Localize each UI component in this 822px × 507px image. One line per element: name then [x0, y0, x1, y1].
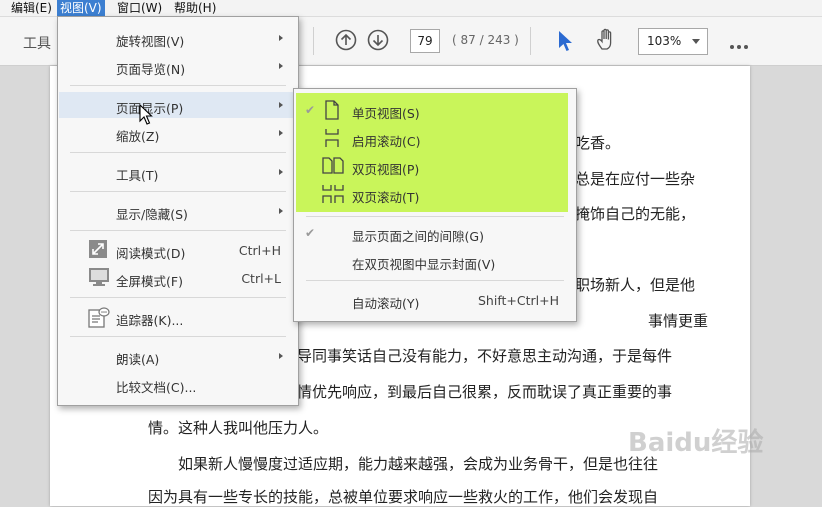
watermark: Baidu经验 — [628, 428, 764, 458]
menu-separator — [70, 152, 286, 153]
submenu-item-label: 单页视图(S) — [352, 106, 420, 121]
menu-item-read-aloud[interactable]: 朗读(A) — [59, 343, 297, 369]
next-page-icon[interactable] — [367, 29, 389, 54]
menu-item-label: 显示/隐藏(S) — [116, 207, 188, 222]
mouse-pointer-icon — [139, 103, 153, 129]
menu-separator — [306, 216, 564, 217]
menu-bar: 编辑(E) 视图(V) 窗口(W) 帮助(H) — [0, 0, 822, 17]
submenu-item-single-page[interactable]: ✔ 单页视图(S) — [295, 97, 575, 123]
submenu-item-label: 在双页视图中显示封面(V) — [352, 257, 496, 272]
submenu-item-label: 双页滚动(T) — [352, 190, 420, 205]
single-page-icon — [321, 99, 343, 124]
two-page-icon — [321, 155, 347, 180]
zoom-value: 103% — [647, 34, 682, 48]
submenu-item-label: 自动滚动(Y) — [352, 296, 420, 311]
menu-separator — [70, 85, 286, 86]
menu-window[interactable]: 窗口(W) — [114, 0, 165, 16]
menu-item-label: 全屏模式(F) — [116, 274, 183, 289]
menu-item-zoom[interactable]: 缩放(Z) — [59, 120, 297, 146]
submenu-item-label: 双页视图(P) — [352, 162, 420, 177]
menu-item-shortcut: Ctrl+L — [241, 271, 281, 286]
menu-help[interactable]: 帮助(H) — [171, 0, 219, 16]
tools-tab[interactable]: 工具 — [23, 33, 51, 53]
chevron-down-icon — [692, 39, 700, 44]
doc-line: 导同事笑话自己没有能力，不好意思主动沟通，于是每件 — [297, 347, 673, 365]
monitor-icon — [88, 267, 110, 290]
menu-separator — [70, 191, 286, 192]
menu-item-label: 朗读(A) — [116, 352, 160, 367]
submenu-item-page-gaps[interactable]: ✔ 显示页面之间的间隙(G) — [295, 220, 575, 246]
chevron-right-icon — [279, 169, 283, 175]
zoom-select[interactable]: 103% — [638, 28, 708, 55]
hand-tool-icon[interactable] — [594, 27, 620, 56]
view-menu: 旋转视图(V) 页面导览(N) 页面显示(P) 缩放(Z) 工具(T) 显示/隐… — [57, 16, 299, 406]
submenu-item-shortcut: Shift+Ctrl+H — [478, 293, 559, 308]
toolbar-divider — [530, 27, 531, 55]
submenu-item-label: 显示页面之间的间隙(G) — [352, 229, 484, 244]
menu-separator — [70, 336, 286, 337]
menu-view[interactable]: 视图(V) — [57, 0, 105, 16]
chevron-right-icon — [279, 102, 283, 108]
page-count: ( 87 / 243 ) — [452, 33, 519, 47]
doc-line: 如果新人慢慢度过适应期，能力越来越强，会成为业务骨干，但是也往往 — [178, 455, 659, 473]
chevron-right-icon — [279, 130, 283, 136]
menu-item-label: 旋转视图(V) — [116, 34, 185, 49]
checkmark-icon: ✔ — [305, 226, 316, 240]
menu-separator — [70, 230, 286, 231]
menu-item-full-screen[interactable]: 全屏模式(F) Ctrl+L — [59, 265, 297, 291]
chevron-right-icon — [279, 353, 283, 359]
menu-item-label: 页面导览(N) — [116, 62, 186, 77]
submenu-item-label: 启用滚动(C) — [352, 134, 421, 149]
menu-item-label: 追踪器(K)... — [116, 313, 184, 328]
menu-separator — [306, 280, 564, 281]
menu-item-label: 工具(T) — [116, 168, 159, 183]
menu-item-rotate-view[interactable]: 旋转视图(V) — [59, 25, 297, 51]
menu-item-label: 阅读模式(D) — [116, 246, 186, 261]
menu-item-shortcut: Ctrl+H — [238, 243, 281, 258]
menu-edit[interactable]: 编辑(E) — [8, 0, 55, 16]
doc-line: 情优先响应，到最后自己很累，反而耽误了真正重要的事 — [297, 383, 673, 401]
submenu-item-two-page-scrolling[interactable]: 双页滚动(T) — [295, 181, 575, 207]
menu-item-label: 比较文档(C)... — [116, 380, 197, 395]
submenu-item-auto-scroll[interactable]: 自动滚动(Y) Shift+Ctrl+H — [295, 287, 575, 313]
doc-line: 职场新人，但是他 — [575, 276, 696, 294]
doc-line: 事情更重 — [648, 312, 709, 330]
scrolling-icon — [321, 127, 343, 152]
menu-item-compare-documents[interactable]: 比较文档(C)... — [59, 371, 297, 397]
submenu-item-two-page[interactable]: 双页视图(P) — [295, 153, 575, 179]
menu-item-page-navigation[interactable]: 页面导览(N) — [59, 53, 297, 79]
doc-line: 总是在应付一些杂 — [575, 170, 696, 188]
menu-item-show-hide[interactable]: 显示/隐藏(S) — [59, 198, 297, 224]
chevron-right-icon — [279, 208, 283, 214]
submenu-item-enable-scrolling[interactable]: 启用滚动(C) — [295, 125, 575, 151]
menu-item-page-display[interactable]: 页面显示(P) — [59, 92, 297, 118]
checkmark-icon: ✔ — [305, 103, 316, 117]
more-options-icon[interactable] — [729, 38, 749, 53]
prev-page-icon[interactable] — [335, 29, 357, 54]
toolbar-divider — [313, 27, 314, 55]
menu-separator — [70, 297, 286, 298]
menu-item-tracker[interactable]: 追踪器(K)... — [59, 304, 297, 330]
doc-line: 情。这种人我叫他压力人。 — [148, 419, 329, 437]
submenu-item-show-cover[interactable]: 在双页视图中显示封面(V) — [295, 248, 575, 274]
menu-item-reading-mode[interactable]: 阅读模式(D) Ctrl+H — [59, 237, 297, 263]
tracker-icon — [88, 306, 110, 331]
menu-item-tools[interactable]: 工具(T) — [59, 159, 297, 185]
doc-line: 掩饰自己的无能， — [575, 205, 696, 223]
two-page-scrolling-icon — [321, 183, 347, 208]
page-number-input[interactable]: 79 — [410, 29, 440, 53]
chevron-right-icon — [279, 35, 283, 41]
chevron-right-icon — [279, 63, 283, 69]
doc-line: 吃香。 — [575, 134, 621, 152]
reading-mode-icon — [88, 239, 108, 262]
page-display-submenu: ✔ 单页视图(S) 启用滚动(C) 双页视图(P) 双页滚动(T) ✔ 显示页面… — [293, 88, 577, 322]
select-cursor-icon[interactable] — [556, 29, 574, 56]
